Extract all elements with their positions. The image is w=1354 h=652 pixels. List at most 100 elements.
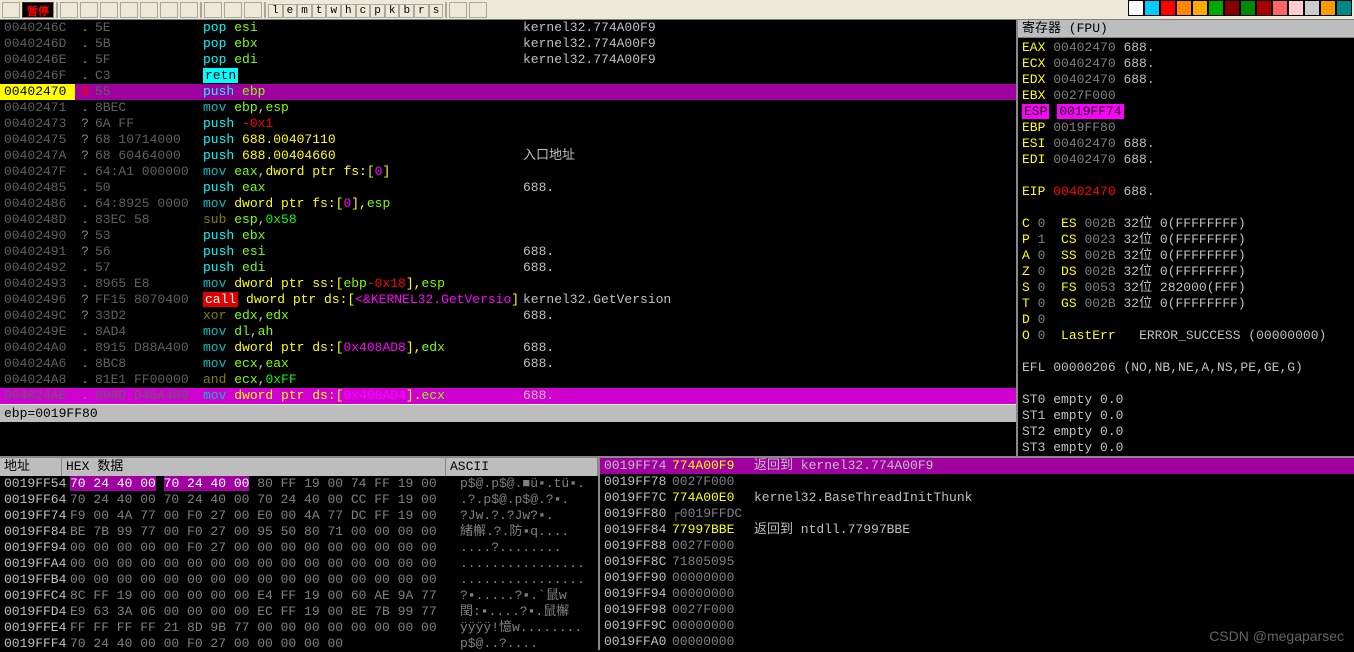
hex-dump-pane[interactable]: 地址 HEX 数据 ASCII 0019FF5470 24 40 00 70 2… [0, 458, 600, 650]
toolbar-letter-p[interactable]: p [370, 4, 385, 18]
toolbar-color-btn[interactable] [1240, 0, 1256, 16]
toolbar-btn[interactable] [140, 2, 158, 18]
disasm-row[interactable]: 004024A8.81E1 FF00000and ecx,0xFF [0, 372, 1016, 388]
disasm-row[interactable]: 0040246D.5Bpop ebxkernel32.774A00F9 [0, 36, 1016, 52]
toolbar-color-btn[interactable] [1256, 0, 1272, 16]
disasm-row[interactable]: 0040246E.5Fpop edikernel32.774A00F9 [0, 52, 1016, 68]
toolbar-btn[interactable] [469, 2, 487, 18]
stack-row[interactable]: 0019FF9000000000 [600, 570, 1354, 586]
toolbar-color-btn[interactable] [1272, 0, 1288, 16]
toolbar-color-btn[interactable] [1320, 0, 1336, 16]
toolbar-btn[interactable] [60, 2, 78, 18]
hex-row[interactable]: 0019FFA400 00 00 00 00 00 00 00 00 00 00… [0, 556, 598, 572]
toolbar-color-btn[interactable] [1128, 0, 1144, 16]
toolbar-btn[interactable] [449, 2, 467, 18]
register-line[interactable]: ESP 0019FF74 [1022, 104, 1350, 120]
toolbar-color-btn[interactable] [1160, 0, 1176, 16]
toolbar-btn[interactable] [2, 2, 20, 18]
register-line[interactable]: EIP 00402470 688. [1022, 184, 1350, 200]
toolbar-color-btn[interactable] [1192, 0, 1208, 16]
disasm-row[interactable]: 00402485.50push eax688. [0, 180, 1016, 196]
toolbar-color-btn[interactable] [1176, 0, 1192, 16]
toolbar-letter-t[interactable]: t [312, 4, 327, 18]
toolbar-btn[interactable] [224, 2, 242, 18]
register-line[interactable]: ESI 00402470 688. [1022, 136, 1350, 152]
hex-row[interactable]: 0019FFB400 00 00 00 00 00 00 00 00 00 00… [0, 572, 598, 588]
toolbar-letter-s[interactable]: s [429, 4, 444, 18]
disasm-row[interactable]: 00402496?FF15 8070400call dword ptr ds:[… [0, 292, 1016, 308]
register-line[interactable]: ST0 empty 0.0 [1022, 392, 1350, 408]
stack-row[interactable]: 0019FF9400000000 [600, 586, 1354, 602]
toolbar-letter-k[interactable]: k [385, 4, 400, 18]
disasm-row[interactable]: 0040248D.83EC 58sub esp,0x58 [0, 212, 1016, 228]
register-line[interactable]: O 0 LastErr ERROR_SUCCESS (00000000) [1022, 328, 1350, 344]
toolbar-letter-l[interactable]: l [268, 4, 283, 18]
stack-row[interactable]: 0019FF80┌0019FFDC [600, 506, 1354, 522]
register-line[interactable] [1022, 168, 1350, 184]
disasm-row[interactable]: 00402491?56push esi688. [0, 244, 1016, 260]
toolbar-btn[interactable] [80, 2, 98, 18]
disasm-row[interactable]: 00402473?6A FFpush -0x1 [0, 116, 1016, 132]
toolbar-btn[interactable] [160, 2, 178, 18]
disasm-row[interactable]: 0040249E.8AD4mov dl,ah [0, 324, 1016, 340]
register-line[interactable]: D 0 [1022, 312, 1350, 328]
hex-row[interactable]: 0019FFD4E9 63 3A 06 00 00 00 00 EC FF 19… [0, 604, 598, 620]
register-line[interactable]: EDI 00402470 688. [1022, 152, 1350, 168]
toolbar-letter-m[interactable]: m [297, 4, 312, 18]
hex-row[interactable]: 0019FF74F9 00 4A 77 00 F0 27 00 E0 00 4A… [0, 508, 598, 524]
stack-row[interactable]: 0019FF8477997BBE返回到 ntdll.77997BBE [600, 522, 1354, 538]
hex-row[interactable]: 0019FF5470 24 40 00 70 24 40 00 80 FF 19… [0, 476, 598, 492]
disasm-row[interactable]: 00402471.8BECmov ebp,esp [0, 100, 1016, 116]
hex-row[interactable]: 0019FFE4FF FF FF FF 21 8D 9B 77 00 00 00… [0, 620, 598, 636]
hex-row[interactable]: 0019FFC48C FF 19 00 00 00 00 00 E4 FF 19… [0, 588, 598, 604]
stack-row[interactable]: 0019FF880027F000 [600, 538, 1354, 554]
stack-row[interactable]: 0019FF980027F000 [600, 602, 1354, 618]
register-line[interactable]: ST3 empty 0.0 [1022, 440, 1350, 456]
disasm-row[interactable]: 00402493.8965 E8mov dword ptr ss:[ebp-0x… [0, 276, 1016, 292]
registers-pane[interactable]: 寄存器 (FPU) EAX 00402470 688.ECX 00402470 … [1018, 20, 1354, 456]
register-line[interactable]: ST2 empty 0.0 [1022, 424, 1350, 440]
toolbar-btn[interactable] [100, 2, 118, 18]
disasm-row[interactable]: 004024AE.890D D48A400mov dword ptr ds:[0… [0, 388, 1016, 404]
disasm-row[interactable]: 0040247A?68 60464000push 688.00404660入口地… [0, 148, 1016, 164]
register-line[interactable]: S 0 FS 0053 32位 282000(FFF) [1022, 280, 1350, 296]
toolbar-letter-c[interactable]: c [356, 4, 371, 18]
disasm-row[interactable]: 00402486.64:8925 0000mov dword ptr fs:[0… [0, 196, 1016, 212]
toolbar-letter-b[interactable]: b [399, 4, 414, 18]
disasm-row[interactable]: 00402475?68 10714000push 688.00407110 [0, 132, 1016, 148]
stack-pane[interactable]: 0019FF74774A00F9返回到 kernel32.774A00F9001… [600, 458, 1354, 650]
hex-row[interactable]: 0019FF9400 00 00 00 00 F0 27 00 00 00 00… [0, 540, 598, 556]
disasm-row[interactable]: 00402470$55push ebp [0, 84, 1016, 100]
register-line[interactable]: EBP 0019FF80 [1022, 120, 1350, 136]
register-line[interactable]: C 0 ES 002B 32位 0(FFFFFFFF) [1022, 216, 1350, 232]
toolbar-letter-w[interactable]: w [326, 4, 341, 18]
toolbar-color-btn[interactable] [1144, 0, 1160, 16]
disassembly-pane[interactable]: 0040246C.5Epop esikernel32.774A00F900402… [0, 20, 1018, 456]
disasm-row[interactable]: 0040246C.5Epop esikernel32.774A00F9 [0, 20, 1016, 36]
toolbar-btn[interactable] [204, 2, 222, 18]
toolbar-btn[interactable] [244, 2, 262, 18]
register-line[interactable]: ST1 empty 0.0 [1022, 408, 1350, 424]
register-line[interactable]: EBX 0027F000 [1022, 88, 1350, 104]
stack-row[interactable]: 0019FF780027F000 [600, 474, 1354, 490]
toolbar-color-btn[interactable] [1288, 0, 1304, 16]
toolbar-btn[interactable] [120, 2, 138, 18]
stack-row[interactable]: 0019FF7C774A00E0kernel32.BaseThreadInitT… [600, 490, 1354, 506]
disasm-row[interactable]: 0040246F.C3retn [0, 68, 1016, 84]
disasm-row[interactable]: 0040247F.64:A1 000000mov eax,dword ptr f… [0, 164, 1016, 180]
toolbar-color-btn[interactable] [1336, 0, 1352, 16]
register-line[interactable]: T 0 GS 002B 32位 0(FFFFFFFF) [1022, 296, 1350, 312]
toolbar-color-btn[interactable] [1224, 0, 1240, 16]
disasm-row[interactable]: 00402490?53push ebx [0, 228, 1016, 244]
disasm-row[interactable]: 0040249C?33D2xor edx,edx688. [0, 308, 1016, 324]
stack-row[interactable]: 0019FF74774A00F9返回到 kernel32.774A00F9 [600, 458, 1354, 474]
toolbar-letter-h[interactable]: h [341, 4, 356, 18]
toolbar-letter-e[interactable]: e [283, 4, 298, 18]
register-line[interactable]: Z 0 DS 002B 32位 0(FFFFFFFF) [1022, 264, 1350, 280]
register-line[interactable]: A 0 SS 002B 32位 0(FFFFFFFF) [1022, 248, 1350, 264]
hex-row[interactable]: 0019FF6470 24 40 00 70 24 40 00 70 24 40… [0, 492, 598, 508]
toolbar-btn[interactable] [180, 2, 198, 18]
hex-row[interactable]: 0019FF84BE 7B 99 77 00 F0 27 00 95 50 80… [0, 524, 598, 540]
register-line[interactable] [1022, 376, 1350, 392]
toolbar-letter-r[interactable]: r [414, 4, 429, 18]
